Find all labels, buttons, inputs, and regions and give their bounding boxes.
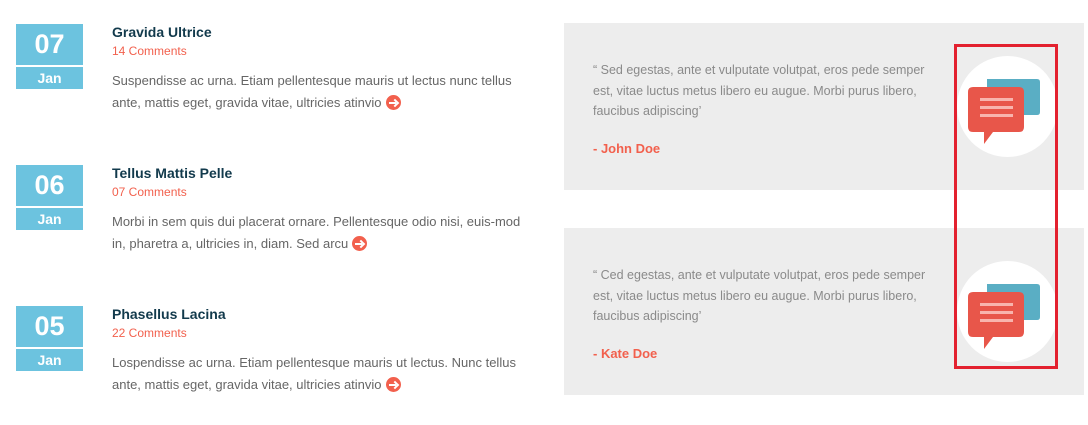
post-excerpt: Suspendisse ac urna. Etiam pellentesque … [112, 70, 532, 114]
blog-post: 06 Jan Tellus Mattis Pelle 07 Comments M… [16, 165, 536, 265]
chat-bubbles-icon [968, 79, 1040, 144]
comments-link[interactable]: 14 Comments [112, 44, 187, 58]
blog-post: 05 Jan Phasellus Lacina 22 Comments Losp… [16, 306, 536, 406]
testimonial-quote: “ Ced egestas, ante et vulputate volutpa… [593, 268, 926, 323]
date-day: 07 [16, 24, 83, 65]
arrow-right-circle-icon[interactable] [385, 95, 401, 110]
date-badge: 05 Jan [16, 306, 83, 371]
post-excerpt-text: Lospendisse ac urna. Etiam pellentesque … [112, 355, 516, 392]
date-month: Jan [16, 208, 83, 230]
date-badge: 06 Jan [16, 165, 83, 230]
post-excerpt-text: Morbi in sem quis dui placerat ornare. P… [112, 214, 521, 251]
post-title-link[interactable]: Gravida Ultrice [112, 24, 212, 40]
date-month: Jan [16, 67, 83, 89]
avatar [957, 56, 1058, 157]
arrow-right-circle-icon[interactable] [352, 236, 368, 251]
post-title-link[interactable]: Phasellus Lacina [112, 306, 226, 322]
testimonial-author: - Kate Doe [593, 346, 658, 361]
post-excerpt: Lospendisse ac urna. Etiam pellentesque … [112, 352, 532, 396]
testimonial-author: - John Doe [593, 141, 661, 156]
date-day: 05 [16, 306, 83, 347]
date-badge: 07 Jan [16, 24, 83, 89]
date-day: 06 [16, 165, 83, 206]
arrow-right-circle-icon[interactable] [385, 377, 401, 392]
blog-post: 07 Jan Gravida Ultrice 14 Comments Suspe… [16, 24, 536, 124]
post-title-link[interactable]: Tellus Mattis Pelle [112, 165, 232, 181]
testimonial-card: “ Ced egestas, ante et vulputate volutpa… [564, 228, 1084, 395]
post-excerpt: Morbi in sem quis dui placerat ornare. P… [112, 211, 532, 255]
testimonial-quote: “ Sed egestas, ante et vulputate volutpa… [593, 63, 925, 118]
date-month: Jan [16, 349, 83, 371]
avatar [957, 261, 1058, 362]
comments-link[interactable]: 22 Comments [112, 326, 187, 340]
comments-link[interactable]: 07 Comments [112, 185, 187, 199]
post-excerpt-text: Suspendisse ac urna. Etiam pellentesque … [112, 73, 512, 110]
testimonial-card: “ Sed egestas, ante et vulputate volutpa… [564, 23, 1084, 190]
chat-bubbles-icon [968, 284, 1040, 349]
